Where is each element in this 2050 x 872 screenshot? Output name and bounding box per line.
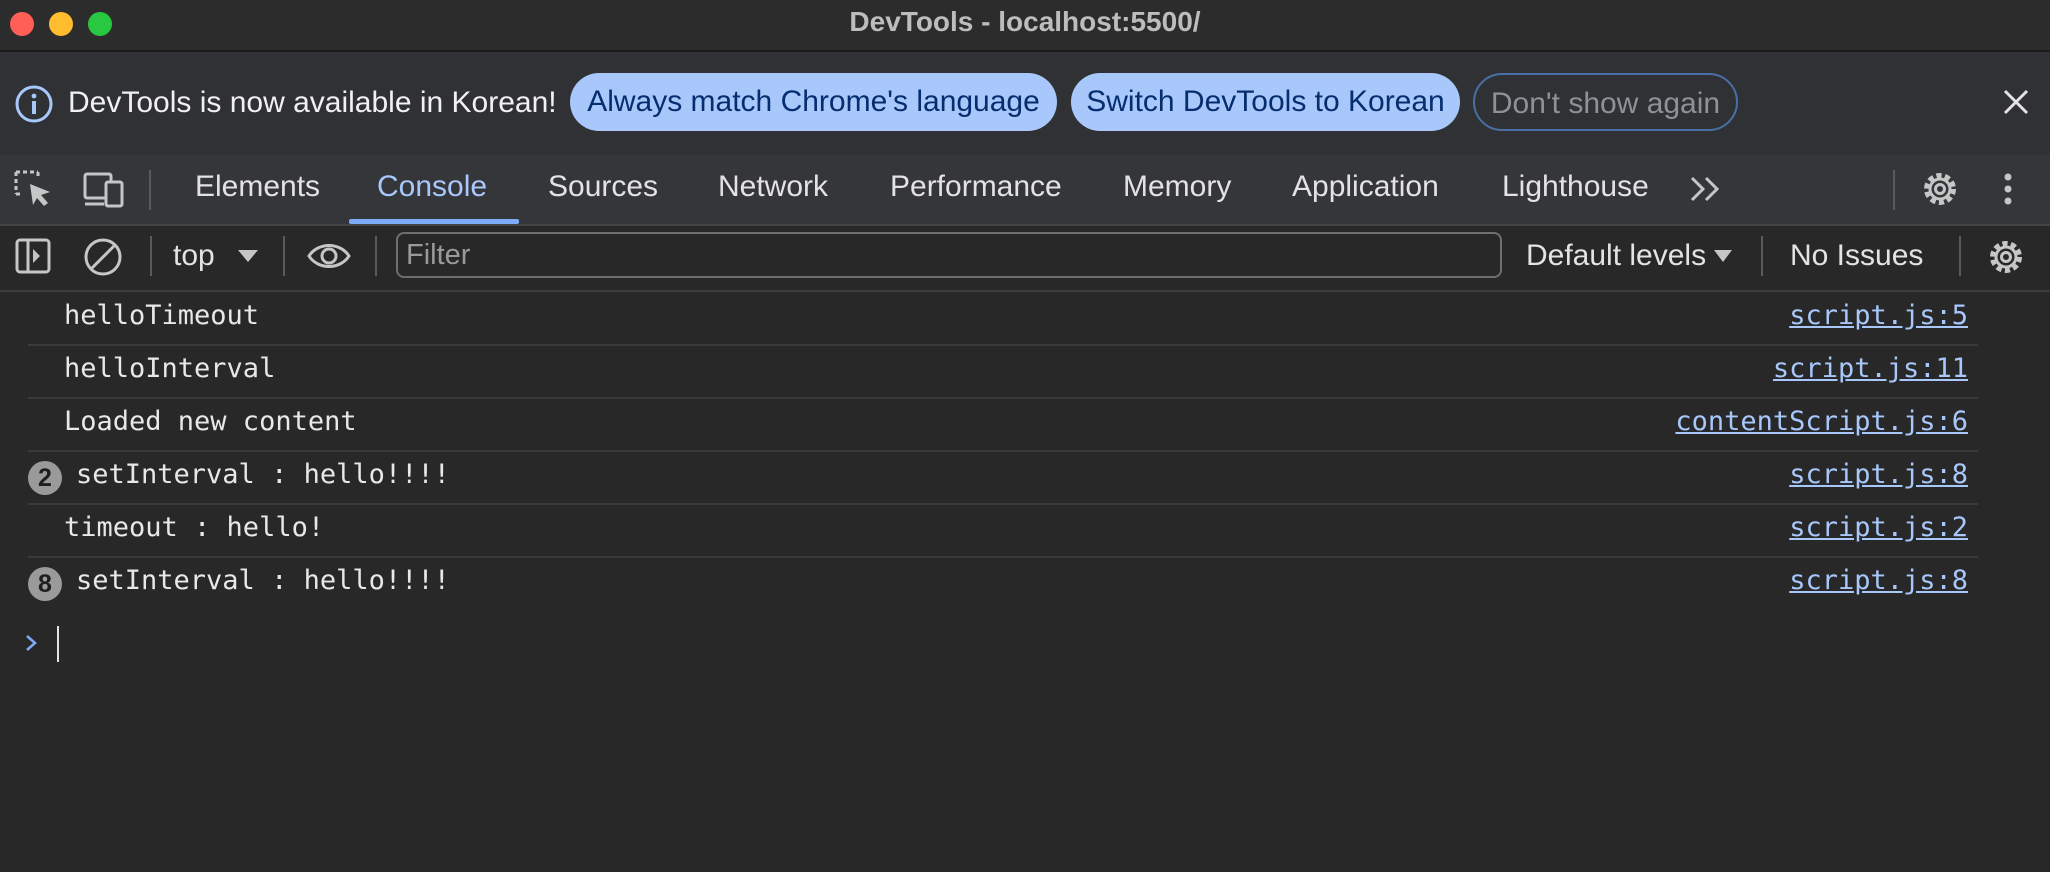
- console-message-row: 8 setInterval : hello!!!! script.js:8: [28, 557, 1978, 609]
- console-input-caret[interactable]: [57, 626, 59, 662]
- toolbar-divider: [283, 236, 285, 276]
- tab-application[interactable]: Application: [1292, 170, 1439, 204]
- device-toolbar-icon[interactable]: [82, 168, 126, 210]
- tab-console[interactable]: Console: [377, 170, 487, 204]
- window-titlebar: DevTools - localhost:5500/: [0, 0, 2050, 52]
- tab-elements[interactable]: Elements: [195, 170, 320, 204]
- infobar-message: DevTools is now available in Korean!: [68, 86, 557, 119]
- language-infobar: DevTools is now available in Korean! Alw…: [0, 52, 2050, 154]
- issues-counter[interactable]: No Issues: [1790, 239, 1923, 273]
- toolbar-divider: [149, 170, 151, 210]
- dont-show-again-button[interactable]: Don't show again: [1473, 73, 1738, 131]
- console-message-text: helloInterval: [64, 353, 276, 384]
- console-message-text: helloTimeout: [64, 300, 260, 331]
- context-selector[interactable]: top: [173, 239, 215, 273]
- switch-to-korean-button[interactable]: Switch DevTools to Korean: [1071, 73, 1460, 131]
- prompt-chevron-icon: [26, 635, 37, 651]
- more-options-icon[interactable]: [1996, 168, 2020, 210]
- tab-performance[interactable]: Performance: [890, 170, 1062, 204]
- source-link[interactable]: script.js:8: [1789, 565, 1968, 596]
- console-message-row: Loaded new content contentScript.js:6: [28, 398, 1978, 452]
- console-message-row: helloInterval script.js:11: [28, 345, 1978, 399]
- console-output: helloTimeout script.js:5 helloInterval s…: [0, 292, 2050, 872]
- sidebar-toggle-icon[interactable]: [14, 236, 52, 276]
- toolbar-divider: [150, 236, 152, 276]
- toolbar-divider: [1893, 170, 1895, 210]
- close-icon[interactable]: [1996, 82, 2036, 122]
- more-tabs-chevron-icon[interactable]: [1688, 172, 1726, 206]
- chevron-down-icon[interactable]: [236, 248, 260, 264]
- settings-gear-icon[interactable]: [1918, 168, 1962, 210]
- tab-sources[interactable]: Sources: [548, 170, 658, 204]
- window-title: DevTools - localhost:5500/: [849, 6, 1201, 37]
- source-link[interactable]: script.js:2: [1789, 512, 1968, 543]
- console-message-text: Loaded new content: [64, 406, 357, 437]
- log-levels-dropdown[interactable]: Default levels: [1526, 239, 1706, 273]
- console-message-row: helloTimeout script.js:5: [28, 292, 1978, 346]
- console-message-text: timeout : hello!: [64, 512, 325, 543]
- main-tab-bar: Elements Console Sources Network Perform…: [0, 154, 2050, 226]
- info-icon: [15, 85, 53, 123]
- repeat-count-badge: 8: [28, 567, 62, 601]
- console-message-row: 2 setInterval : hello!!!! script.js:8: [28, 451, 1978, 505]
- active-tab-indicator: [349, 219, 519, 224]
- source-link[interactable]: contentScript.js:6: [1675, 406, 1968, 437]
- toolbar-divider: [1761, 236, 1763, 276]
- live-expression-eye-icon[interactable]: [306, 238, 352, 274]
- console-message-text: setInterval : hello!!!!: [76, 565, 450, 596]
- console-toolbar: top Default levels No Issues: [0, 226, 2050, 292]
- inspect-element-icon[interactable]: [12, 168, 56, 210]
- tab-lighthouse[interactable]: Lighthouse: [1502, 170, 1649, 204]
- source-link[interactable]: script.js:11: [1773, 353, 1968, 384]
- clear-console-icon[interactable]: [82, 236, 124, 278]
- toolbar-divider: [375, 236, 377, 276]
- filter-input[interactable]: [396, 232, 1502, 278]
- chevron-down-icon[interactable]: [1712, 248, 1734, 264]
- console-settings-gear-icon[interactable]: [1984, 236, 2028, 278]
- console-message-text: setInterval : hello!!!!: [76, 459, 450, 490]
- tab-memory[interactable]: Memory: [1123, 170, 1231, 204]
- console-message-row: timeout : hello! script.js:2: [28, 504, 1978, 558]
- source-link[interactable]: script.js:5: [1789, 300, 1968, 331]
- always-match-language-button[interactable]: Always match Chrome's language: [570, 73, 1057, 131]
- source-link[interactable]: script.js:8: [1789, 459, 1968, 490]
- toolbar-divider: [1959, 236, 1961, 276]
- repeat-count-badge: 2: [28, 461, 62, 495]
- tab-network[interactable]: Network: [718, 170, 828, 204]
